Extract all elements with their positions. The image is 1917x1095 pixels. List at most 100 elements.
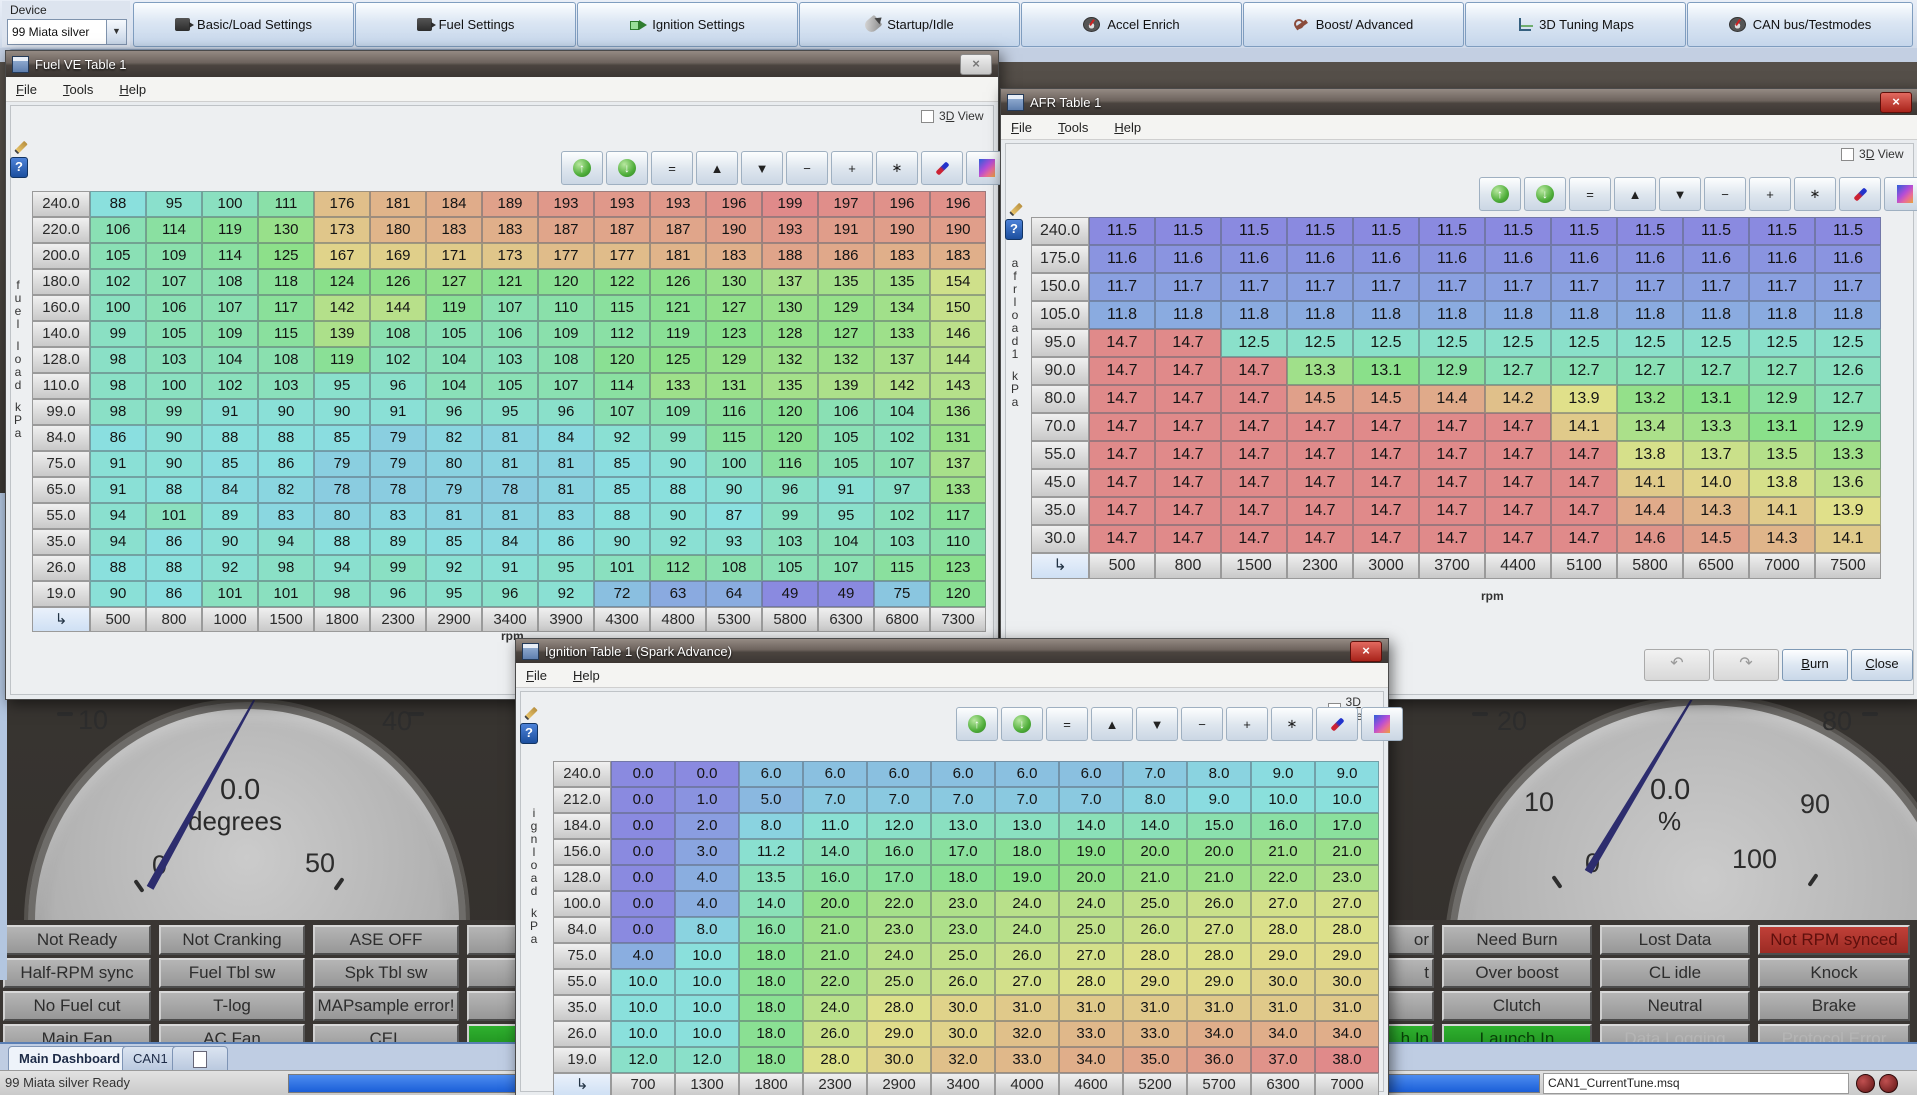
- table-cell[interactable]: 14.7: [1419, 497, 1485, 525]
- table-cell[interactable]: 103: [146, 347, 202, 373]
- table-cell[interactable]: 27.0: [1251, 891, 1315, 917]
- table-cell[interactable]: 137: [874, 347, 930, 373]
- table-cell[interactable]: 14.7: [1353, 413, 1419, 441]
- table-cell[interactable]: 11.7: [1683, 273, 1749, 301]
- table-cell[interactable]: 86: [146, 529, 202, 555]
- table-cell[interactable]: 6.0: [931, 761, 995, 787]
- menu-file[interactable]: File: [526, 668, 547, 683]
- table-cell[interactable]: 29.0: [1315, 943, 1379, 969]
- table-cell[interactable]: 187: [650, 217, 706, 243]
- table-cell[interactable]: 98: [314, 581, 370, 607]
- table-cell[interactable]: 6.0: [803, 761, 867, 787]
- table-cell[interactable]: 11.5: [1749, 217, 1815, 245]
- table-cell[interactable]: 24.0: [995, 891, 1059, 917]
- table-cell[interactable]: 14.3: [1683, 497, 1749, 525]
- table-cell[interactable]: 193: [650, 191, 706, 217]
- table-cell[interactable]: 127: [818, 321, 874, 347]
- table-cell[interactable]: 0.0: [611, 891, 675, 917]
- multiply-button[interactable]: ∗: [1794, 177, 1836, 211]
- table-cell[interactable]: 130: [258, 217, 314, 243]
- view-3d-toggle[interactable]: 3D View: [1841, 147, 1904, 161]
- table-cell[interactable]: 26.0: [995, 943, 1059, 969]
- table-cell[interactable]: 122: [594, 269, 650, 295]
- table-cell[interactable]: 14.7: [1089, 441, 1155, 469]
- table-cell[interactable]: 11.6: [1617, 245, 1683, 273]
- table-cell[interactable]: 11.8: [1089, 301, 1155, 329]
- table-cell[interactable]: 88: [594, 503, 650, 529]
- table-cell[interactable]: 88: [258, 425, 314, 451]
- plus-button[interactable]: +: [1226, 707, 1268, 741]
- table-cell[interactable]: 112: [650, 555, 706, 581]
- table-cell[interactable]: 14.7: [1221, 441, 1287, 469]
- increment-button[interactable]: ▲: [696, 151, 738, 185]
- table-cell[interactable]: 106: [482, 321, 538, 347]
- table-cell[interactable]: 17.0: [931, 839, 995, 865]
- table-cell[interactable]: 28.0: [803, 1047, 867, 1073]
- table-cell[interactable]: 11.5: [1221, 217, 1287, 245]
- table-cell[interactable]: 95: [146, 191, 202, 217]
- table-cell[interactable]: 139: [818, 373, 874, 399]
- table-cell[interactable]: 7.0: [1059, 787, 1123, 813]
- table-cell[interactable]: 105: [482, 373, 538, 399]
- table-cell[interactable]: 0.0: [611, 761, 675, 787]
- table-cell[interactable]: 154: [930, 269, 986, 295]
- axis-corner-button[interactable]: ↳: [32, 607, 90, 632]
- table-cell[interactable]: 30.0: [1251, 969, 1315, 995]
- table-cell[interactable]: 5.0: [739, 787, 803, 813]
- scale-up-button[interactable]: ↑: [1479, 177, 1521, 211]
- table-cell[interactable]: 100: [90, 295, 146, 321]
- table-cell[interactable]: 11.7: [1353, 273, 1419, 301]
- set-equal-button[interactable]: =: [1046, 707, 1088, 741]
- table-cell[interactable]: 6.0: [867, 761, 931, 787]
- table-cell[interactable]: 85: [426, 529, 482, 555]
- table-cell[interactable]: 12.5: [1683, 329, 1749, 357]
- table-cell[interactable]: 89: [370, 529, 426, 555]
- table-cell[interactable]: 11.8: [1287, 301, 1353, 329]
- table-cell[interactable]: 92: [538, 581, 594, 607]
- table-cell[interactable]: 18.0: [739, 995, 803, 1021]
- table-cell[interactable]: 90: [146, 425, 202, 451]
- table-cell[interactable]: 21.0: [1123, 865, 1187, 891]
- table-cell[interactable]: 10.0: [611, 1021, 675, 1047]
- table-cell[interactable]: 10.0: [675, 969, 739, 995]
- table-cell[interactable]: 101: [202, 581, 258, 607]
- table-cell[interactable]: 21.0: [1315, 839, 1379, 865]
- decrement-button[interactable]: ▼: [741, 151, 783, 185]
- table-cell[interactable]: 189: [482, 191, 538, 217]
- table-cell[interactable]: 109: [650, 399, 706, 425]
- table-cell[interactable]: 29.0: [1123, 969, 1187, 995]
- table-cell[interactable]: 11.8: [1551, 301, 1617, 329]
- table-cell[interactable]: 101: [594, 555, 650, 581]
- table-cell[interactable]: 86: [90, 425, 146, 451]
- table-cell[interactable]: 109: [202, 321, 258, 347]
- table-cell[interactable]: 14.7: [1155, 413, 1221, 441]
- table-cell[interactable]: 105: [426, 321, 482, 347]
- table-cell[interactable]: 28.0: [1251, 917, 1315, 943]
- table-cell[interactable]: 146: [930, 321, 986, 347]
- table-cell[interactable]: 196: [874, 191, 930, 217]
- table-cell[interactable]: 23.0: [867, 917, 931, 943]
- table-cell[interactable]: 79: [426, 477, 482, 503]
- table-cell[interactable]: 14.7: [1089, 413, 1155, 441]
- table-cell[interactable]: 31.0: [995, 995, 1059, 1021]
- table-cell[interactable]: 14.7: [1419, 469, 1485, 497]
- table-cell[interactable]: 96: [482, 581, 538, 607]
- table-cell[interactable]: 19.0: [995, 865, 1059, 891]
- table-cell[interactable]: 21.0: [803, 917, 867, 943]
- table-cell[interactable]: 167: [314, 243, 370, 269]
- menu-help[interactable]: Help: [119, 82, 146, 97]
- redo-button[interactable]: ↷: [1713, 649, 1779, 681]
- table-cell[interactable]: 81: [538, 451, 594, 477]
- table-cell[interactable]: 88: [202, 425, 258, 451]
- table-cell[interactable]: 177: [538, 243, 594, 269]
- table-cell[interactable]: 84: [482, 529, 538, 555]
- table-cell[interactable]: 11.5: [1155, 217, 1221, 245]
- table-cell[interactable]: 11.8: [1155, 301, 1221, 329]
- table-cell[interactable]: 134: [874, 295, 930, 321]
- table-cell[interactable]: 88: [90, 555, 146, 581]
- table-cell[interactable]: 14.1: [1749, 497, 1815, 525]
- table-cell[interactable]: 114: [202, 243, 258, 269]
- table-cell[interactable]: 38.0: [1315, 1047, 1379, 1073]
- table-cell[interactable]: 12.5: [1551, 329, 1617, 357]
- table-cell[interactable]: 91: [818, 477, 874, 503]
